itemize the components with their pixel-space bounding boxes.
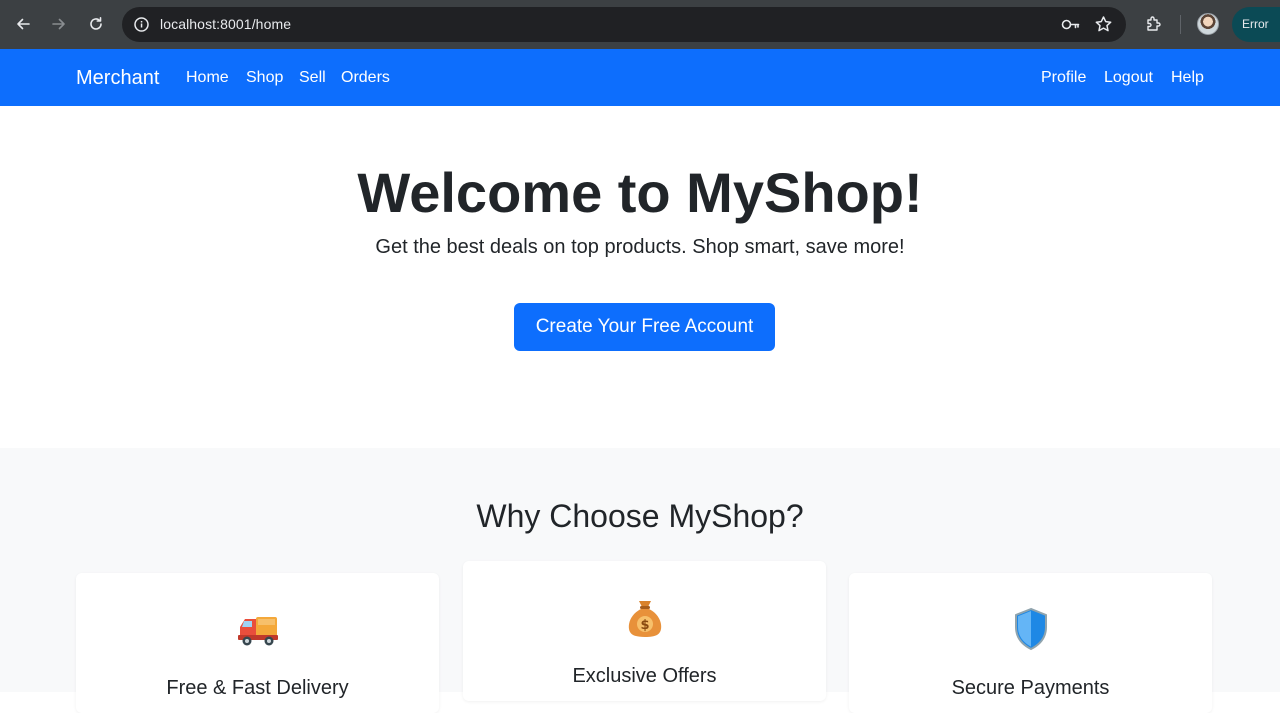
feature-label: Free & Fast Delivery (166, 677, 349, 699)
feature-card-offers: $ Exclusive Offers (463, 561, 826, 701)
nav-link-profile[interactable]: Profile (1041, 69, 1086, 87)
features-title: Why Choose MyShop? (476, 498, 804, 534)
address-bar[interactable]: localhost:8001/home (122, 7, 1126, 42)
nav-link-orders[interactable]: Orders (341, 69, 390, 87)
bookmark-star-icon[interactable] (1093, 14, 1114, 40)
profile-avatar[interactable] (1197, 13, 1219, 35)
arrow-left-icon (17, 18, 30, 30)
features-section: Why Choose MyShop? Free & Fast Delivery (0, 448, 1280, 713)
hero-title: Welcome to MyShop! (357, 161, 923, 224)
nav-link-home[interactable]: Home (186, 69, 229, 87)
nav-link-sell[interactable]: Sell (299, 69, 326, 87)
feature-card-delivery: Free & Fast Delivery (76, 573, 439, 713)
money-bag-icon: $ (463, 597, 826, 644)
feature-label: Secure Payments (951, 677, 1110, 699)
reload-button[interactable] (82, 10, 110, 38)
hero-subtitle: Get the best deals on top products. Shop… (375, 236, 905, 258)
delivery-truck-icon (76, 613, 439, 654)
brand-logo[interactable]: Merchant (76, 67, 159, 90)
svg-text:$: $ (640, 618, 649, 633)
error-status-pill[interactable]: Error (1232, 7, 1280, 42)
nav-link-logout[interactable]: Logout (1104, 69, 1153, 87)
browser-toolbar: localhost:8001/home Error (0, 0, 1280, 49)
forward-button[interactable] (45, 10, 73, 38)
feature-card-payments: Secure Payments (849, 573, 1212, 713)
toolbar-divider (1180, 15, 1181, 34)
nav-link-shop[interactable]: Shop (246, 69, 283, 87)
reload-icon (90, 17, 102, 30)
key-icon[interactable] (1060, 14, 1082, 40)
create-account-button[interactable]: Create Your Free Account (514, 303, 775, 351)
arrow-right-icon (52, 18, 65, 30)
feature-label: Exclusive Offers (572, 665, 717, 687)
nav-link-help[interactable]: Help (1171, 69, 1204, 87)
extensions-puzzle-icon[interactable] (1140, 10, 1168, 38)
url-text[interactable]: localhost:8001/home (160, 16, 291, 32)
shield-icon (849, 607, 1212, 656)
back-button[interactable] (9, 10, 37, 38)
main-navbar: Merchant Home Shop Sell Orders Profile L… (0, 49, 1280, 106)
site-info-icon[interactable] (131, 14, 152, 35)
